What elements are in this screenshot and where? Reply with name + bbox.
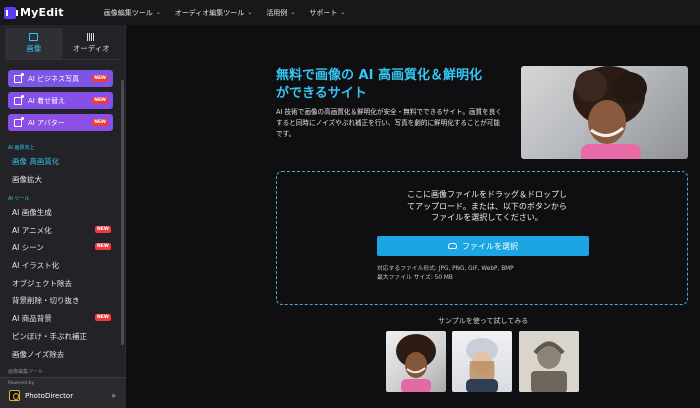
tab-label: オーディオ — [72, 44, 110, 53]
tab-label: 画像 — [26, 44, 42, 53]
photodirector-name: PhotoDirector — [25, 392, 74, 400]
nav-label: サポート — [309, 8, 338, 17]
sidebar-item-ai-scene[interactable]: AI シーン — [12, 242, 44, 253]
sample-portrait-afro — [396, 334, 436, 392]
tab-image[interactable]: 画像 — [5, 28, 63, 59]
cloud-upload-icon — [448, 243, 457, 249]
sidebar-item-object-removal[interactable]: オブジェクト除去 — [12, 278, 72, 289]
section-label-quality: AI 画質向上 — [8, 145, 35, 151]
nav-audio-tools[interactable]: オーディオ編集ツール ⌄ — [175, 8, 253, 18]
sidebar-item-ai-illustration[interactable]: AI イラスト化 — [12, 260, 59, 271]
supported-formats: 対応するファイル形式: JPG, PNG, GIF, WebP, BMP — [377, 266, 514, 272]
new-badge: NEW — [95, 314, 111, 321]
powered-by-panel[interactable]: Powered by PhotoDirector » — [0, 377, 126, 408]
sidebar-item-ai-product-bg[interactable]: AI 商品背景 — [12, 313, 52, 324]
sample-portrait-sepia — [519, 331, 579, 392]
logo[interactable]: MyEdit — [4, 6, 64, 19]
nav-image-tools[interactable]: 画像編集ツール ⌄ — [104, 8, 161, 18]
samples-label: サンプルを使って試してみる — [438, 317, 529, 325]
tab-audio[interactable]: オーディオ — [63, 28, 121, 59]
chevron-down-icon: ⌄ — [340, 9, 346, 16]
dropzone-instructions: ここに画像ファイルをドラッグ＆ドロップし てアップロード。または、以下のボタンか… — [387, 189, 587, 224]
hero-portrait-image — [521, 66, 688, 159]
sidebar-item-denoise[interactable]: 画像ノイズ除去 — [12, 349, 64, 360]
sidebar-item-enhance[interactable]: 画像 高画質化 — [12, 156, 59, 167]
photodirector-logo-icon — [9, 390, 20, 401]
select-file-label: ファイルを選択 — [462, 241, 518, 251]
ai-sparkle-image-icon — [14, 116, 24, 127]
max-file-size: 最大ファイル サイズ: 50 MB — [377, 275, 453, 281]
chevron-down-icon: ⌄ — [247, 9, 253, 16]
chevron-down-icon: ⌄ — [155, 9, 161, 16]
chevron-down-icon: ⌄ — [290, 9, 296, 16]
sample-image-2[interactable] — [452, 331, 512, 392]
powered-by-label: Powered by — [8, 381, 35, 386]
section-label-tools: AI ツール — [8, 196, 30, 202]
myedit-logo-icon — [4, 6, 18, 19]
page-description: AI 技術で画像の高画質化＆鮮明化が安全・無料でできるサイト。画質を良くすると同… — [276, 108, 502, 138]
new-badge: NEW — [95, 226, 111, 233]
sample-image-3[interactable] — [519, 331, 579, 392]
ai-button-label: AI アバター — [28, 118, 65, 127]
image-icon — [29, 33, 39, 41]
ai-avatar-button[interactable]: AI アバター NEW — [8, 114, 113, 131]
sidebar-item-deblur[interactable]: ピンぼけ・手ぶれ補正 — [12, 331, 87, 342]
sidebar-item-upscale[interactable]: 画像拡大 — [12, 174, 42, 185]
double-chevron-right-icon: » — [111, 391, 116, 400]
file-requirements: 対応するファイル形式: JPG, PNG, GIF, WebP, BMP 最大フ… — [377, 265, 514, 283]
nav-label: 画像編集ツール — [103, 8, 153, 17]
ai-button-label: AI 着せ替え — [28, 96, 66, 105]
section-label-edit: 画像編集ツール — [8, 369, 44, 375]
new-badge: NEW — [92, 119, 108, 126]
title-line-1: 無料で画像の AI 高画質化＆鮮明化 — [276, 68, 482, 83]
audio-wave-icon — [86, 33, 97, 41]
nav-use-cases[interactable]: 活用例 ⌄ — [266, 8, 295, 18]
nav-label: オーディオ編集ツール — [174, 8, 245, 17]
sidebar-item-background-removal[interactable]: 背景削除・切り抜き — [12, 295, 80, 306]
sample-portrait-hat — [466, 338, 498, 392]
sidebar: 画像 オーディオ AI ビジネス写真 NEW AI 着せ替え NEW AI アバ… — [0, 25, 126, 408]
sidebar-scrollbar[interactable] — [121, 80, 124, 345]
upload-dropzone[interactable]: ここに画像ファイルをドラッグ＆ドロップし てアップロード。または、以下のボタンか… — [276, 171, 688, 305]
new-badge: NEW — [95, 243, 111, 250]
sidebar-item-ai-anime[interactable]: AI アニメ化 — [12, 225, 52, 236]
new-badge: NEW — [92, 97, 108, 104]
ai-sparkle-image-icon — [14, 94, 24, 105]
ai-outfit-change-button[interactable]: AI 着せ替え NEW — [8, 92, 113, 109]
top-navigation: MyEdit 画像編集ツール ⌄ オーディオ編集ツール ⌄ 活用例 ⌄ サポート ⌄ — [0, 0, 700, 25]
dropzone-text-line: ファイルを選択してください。 — [431, 213, 543, 222]
ai-button-label: AI ビジネス写真 — [28, 74, 80, 83]
ai-business-photo-button[interactable]: AI ビジネス写真 NEW — [8, 70, 113, 87]
select-file-button[interactable]: ファイルを選択 — [377, 236, 589, 256]
nav-support[interactable]: サポート ⌄ — [309, 8, 345, 18]
dropzone-text-line: てアップロード。または、以下のボタンから — [407, 201, 567, 211]
page-title: 無料で画像の AI 高画質化＆鮮明化 ができるサイト — [276, 67, 516, 103]
title-line-2: ができるサイト — [276, 86, 367, 101]
dropzone-text-line: ここに画像ファイルをドラッグ＆ドロップし — [407, 190, 567, 199]
portrait-illustration — [573, 66, 647, 159]
app-name: MyEdit — [20, 6, 64, 19]
sidebar-item-ai-image-gen[interactable]: AI 画像生成 — [12, 207, 52, 218]
ai-sparkle-image-icon — [14, 72, 24, 83]
sample-image-1[interactable] — [386, 331, 446, 392]
nav-label: 活用例 — [266, 8, 288, 17]
media-tabs: 画像 オーディオ — [5, 28, 120, 60]
new-badge: NEW — [92, 75, 108, 82]
